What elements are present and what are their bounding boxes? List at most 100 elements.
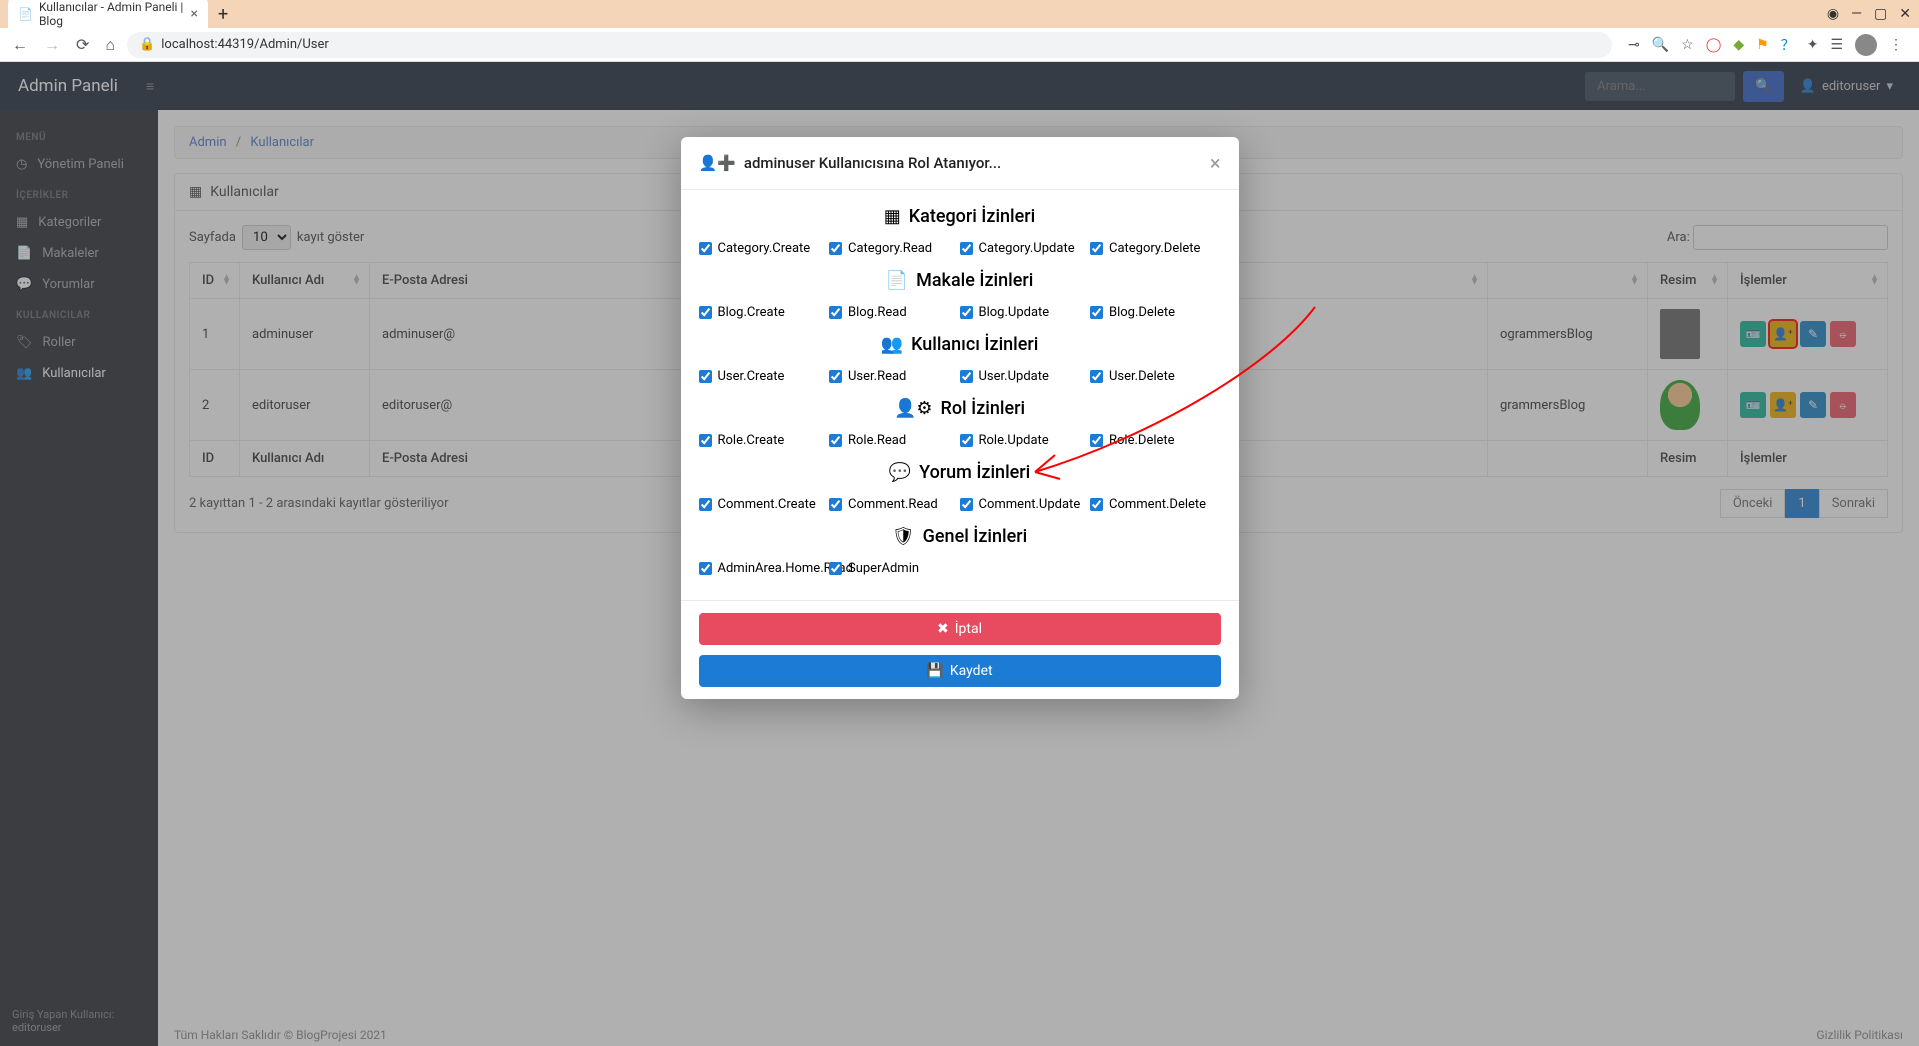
forward-icon[interactable]: →	[40, 35, 64, 55]
comments-icon: 💬	[889, 462, 911, 483]
perm-checkbox-item[interactable]: Role.Update	[960, 429, 1091, 452]
close-window-icon[interactable]: ✕	[1899, 6, 1911, 22]
perm-checkbox-item[interactable]: User.Read	[829, 365, 960, 388]
perm-checkbox-item[interactable]: Blog.Create	[699, 301, 830, 324]
perm-checkbox-item[interactable]: User.Delete	[1090, 365, 1221, 388]
th-icon: ▦	[884, 206, 901, 227]
perm-label: Comment.Delete	[1109, 497, 1206, 512]
perm-label: Category.Create	[718, 241, 811, 256]
perm-checkbox[interactable]	[1090, 498, 1103, 511]
perm-checkbox[interactable]	[960, 306, 973, 319]
perm-checkbox-item[interactable]: User.Update	[960, 365, 1091, 388]
perm-checkbox[interactable]	[699, 498, 712, 511]
perm-label: Blog.Delete	[1109, 305, 1175, 320]
perm-label: Comment.Read	[848, 497, 938, 512]
cancel-button[interactable]: ✖ İptal	[699, 613, 1221, 645]
perm-label: Category.Update	[979, 241, 1075, 256]
star-icon[interactable]: ☆	[1681, 37, 1694, 53]
perm-checkbox[interactable]	[829, 434, 842, 447]
perm-checkbox[interactable]	[1090, 242, 1103, 255]
perm-checkbox-item[interactable]: Comment.Delete	[1090, 493, 1221, 516]
profile-avatar[interactable]	[1855, 34, 1877, 56]
perm-checkbox-item[interactable]: Comment.Create	[699, 493, 830, 516]
perm-checkbox-item[interactable]: Category.Delete	[1090, 237, 1221, 260]
modal-close-button[interactable]: ×	[1210, 151, 1221, 175]
perm-checkbox[interactable]	[960, 242, 973, 255]
perm-label: Role.Create	[718, 433, 785, 448]
modal-footer: ✖ İptal 💾 Kaydet	[681, 600, 1239, 699]
perm-checkbox-item[interactable]: Comment.Read	[829, 493, 960, 516]
perm-checkbox-item[interactable]: Role.Delete	[1090, 429, 1221, 452]
perm-checkbox[interactable]	[829, 242, 842, 255]
key-icon[interactable]: ⊸	[1628, 37, 1640, 53]
ext3-icon[interactable]: ？	[1781, 35, 1795, 55]
perm-checkbox[interactable]	[699, 434, 712, 447]
perm-section-title: 👤⚙Rol İzinleri	[699, 398, 1221, 419]
perm-checkbox[interactable]	[960, 498, 973, 511]
zoom-icon[interactable]: 🔍	[1652, 37, 1669, 53]
browser-toolbar: ← → ⟳ ⌂ 🔒 localhost:44319/Admin/User ⊸ 🔍…	[0, 28, 1919, 62]
perm-checkbox[interactable]	[1090, 306, 1103, 319]
perm-checkbox-item[interactable]: Comment.Update	[960, 493, 1091, 516]
section-title-text: Yorum İzinleri	[919, 462, 1030, 483]
perm-label: User.Create	[718, 369, 785, 384]
perm-checkbox-item[interactable]: Blog.Delete	[1090, 301, 1221, 324]
ext2-icon[interactable]: ⚑	[1756, 37, 1769, 53]
perm-checkbox[interactable]	[699, 562, 712, 575]
perm-checkbox[interactable]	[829, 562, 842, 575]
perm-label: Role.Update	[979, 433, 1049, 448]
extensions-icon[interactable]: ✦	[1807, 37, 1819, 53]
perm-label: Blog.Read	[848, 305, 907, 320]
perm-label: Blog.Create	[718, 305, 785, 320]
perm-checkbox[interactable]	[1090, 370, 1103, 383]
perm-checkbox-item[interactable]: Blog.Update	[960, 301, 1091, 324]
perm-checkbox[interactable]	[699, 242, 712, 255]
address-bar[interactable]: 🔒 localhost:44319/Admin/User	[127, 32, 1612, 58]
back-icon[interactable]: ←	[8, 35, 32, 55]
perm-label: Comment.Create	[718, 497, 816, 512]
menu-icon[interactable]: ⋮	[1889, 37, 1903, 53]
perm-checkbox-item[interactable]: Role.Create	[699, 429, 830, 452]
perm-checkbox[interactable]	[699, 306, 712, 319]
extension-icons: ⊸ 🔍 ☆ ◯ ◆ ⚑ ？ ✦ ☰ ⋮	[1620, 34, 1911, 56]
perm-checkbox-item[interactable]: Blog.Read	[829, 301, 960, 324]
opera-icon[interactable]: ◯	[1706, 37, 1722, 53]
perm-checkbox-item[interactable]: Role.Read	[829, 429, 960, 452]
perm-checkbox-item[interactable]: Category.Create	[699, 237, 830, 260]
perm-label: Category.Delete	[1109, 241, 1200, 256]
perm-checkbox-item[interactable]: AdminArea.Home.Read	[699, 557, 830, 580]
perm-checkbox-item[interactable]: SuperAdmin	[829, 557, 960, 580]
lock-icon: 🔒	[139, 37, 155, 52]
perm-label: Comment.Update	[979, 497, 1081, 512]
perm-checkbox[interactable]	[1090, 434, 1103, 447]
home-icon[interactable]: ⌂	[101, 35, 119, 55]
modal-header: 👤➕ adminuser Kullanıcısına Rol Atanıyor.…	[681, 137, 1239, 190]
browser-tab[interactable]: 📄 Kullanıcılar - Admin Paneli | Blog ×	[8, 0, 208, 32]
perm-checkbox[interactable]	[829, 498, 842, 511]
section-title-text: Kullanıcı İzinleri	[911, 334, 1038, 355]
close-tab-icon[interactable]: ×	[191, 6, 198, 22]
perm-section-title: 👥Kullanıcı İzinleri	[699, 334, 1221, 355]
tab-title: Kullanıcılar - Admin Paneli | Blog	[39, 0, 185, 28]
save-button[interactable]: 💾 Kaydet	[699, 655, 1221, 687]
save-label: Kaydet	[950, 663, 993, 679]
perm-checkbox[interactable]	[699, 370, 712, 383]
reading-list-icon[interactable]: ☰	[1830, 37, 1843, 53]
perm-checkbox-item[interactable]: User.Create	[699, 365, 830, 388]
perm-section-title: 💬 Yorum İzinleri	[699, 462, 1221, 483]
perm-checkbox[interactable]	[829, 306, 842, 319]
perm-checkbox[interactable]	[829, 370, 842, 383]
minimize-icon[interactable]: —	[1851, 6, 1862, 22]
perm-checkbox-item[interactable]: Category.Update	[960, 237, 1091, 260]
reload-icon[interactable]: ⟳	[72, 35, 93, 54]
perm-section-title: 🛡Genel İzinleri	[699, 526, 1221, 547]
perm-checkbox-item[interactable]: Category.Read	[829, 237, 960, 260]
maximize-icon[interactable]: ▢	[1874, 6, 1887, 22]
ext1-icon[interactable]: ◆	[1733, 37, 1744, 53]
perm-checkbox[interactable]	[960, 434, 973, 447]
favicon-icon: 📄	[18, 7, 33, 21]
file-icon: 📄	[886, 270, 908, 291]
new-tab-button[interactable]: +	[218, 4, 228, 25]
modal-title-text: adminuser Kullanıcısına Rol Atanıyor...	[744, 154, 1001, 172]
perm-checkbox[interactable]	[960, 370, 973, 383]
